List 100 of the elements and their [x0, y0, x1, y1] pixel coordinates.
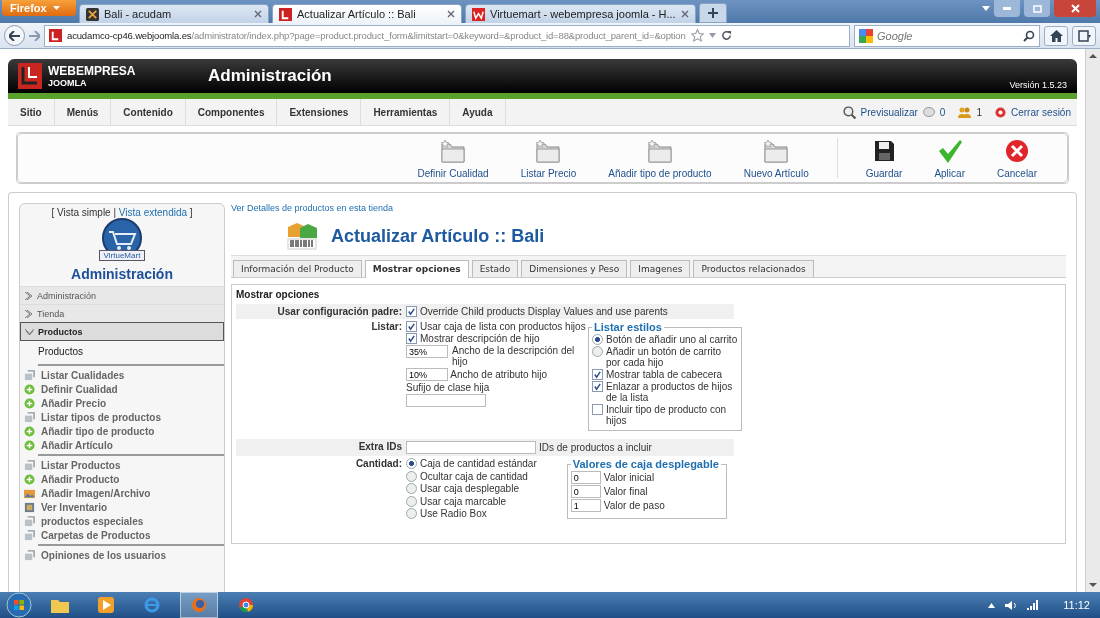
reload-icon[interactable]	[720, 30, 732, 41]
radio-button[interactable]	[406, 495, 417, 507]
browser-tab[interactable]: Actualizar Artículo :: Bali	[272, 4, 462, 23]
sidebar-item[interactable]: Listar Productos	[20, 458, 224, 472]
sidebar-section[interactable]: Tienda	[20, 304, 224, 322]
sidebar-item[interactable]: Listar tipos de productos	[20, 410, 224, 424]
input-field[interactable]	[406, 394, 486, 407]
tab[interactable]: Imagenes	[630, 260, 691, 277]
menu-item[interactable]: Extensiones	[277, 99, 362, 125]
toolbar-button[interactable]: Guardar	[849, 134, 919, 182]
close-button[interactable]	[1054, 0, 1096, 17]
checkbox[interactable]	[592, 381, 603, 392]
sidebar-item[interactable]: Añadir Imagen/Archivo	[20, 486, 224, 500]
folder-icon	[645, 137, 674, 164]
start-button[interactable]	[6, 592, 32, 618]
checkbox[interactable]	[406, 306, 417, 317]
volume-icon[interactable]	[1005, 599, 1018, 611]
field-hint: Ancho de la descripción del hijo	[452, 345, 576, 367]
browser-tab[interactable]: Bali - acudam	[79, 4, 269, 23]
chevron-icon	[24, 291, 33, 300]
input-field[interactable]	[406, 441, 536, 454]
logout-link[interactable]: Cerrar sesión	[1010, 106, 1071, 118]
tab[interactable]: Información del Producto	[233, 260, 362, 277]
sidebar-item[interactable]: Añadir Artículo	[20, 438, 224, 452]
arrow-up-icon[interactable]	[988, 602, 996, 608]
scrollbar[interactable]	[1085, 49, 1100, 592]
tab-list-icon[interactable]	[982, 6, 990, 11]
preview-link[interactable]: Previsualizar	[860, 106, 918, 118]
input-field[interactable]: 35%	[406, 345, 448, 358]
details-link[interactable]: Ver Detalles de productos en esta tienda	[231, 203, 394, 213]
menu-item[interactable]: Contenido	[111, 99, 186, 125]
sidebar-item[interactable]: Ver Inventario	[20, 500, 224, 514]
forward-icon[interactable]	[29, 30, 40, 41]
input-field[interactable]: 10%	[406, 368, 448, 381]
option-label: Botón de añadir uno al carrito	[606, 334, 738, 345]
search-box[interactable]: Google	[854, 24, 1040, 47]
menu-item[interactable]: Ayuda	[450, 99, 506, 125]
sidebar-item[interactable]: Carpetas de Productos	[20, 528, 224, 542]
menu-item[interactable]: Componentes	[185, 99, 278, 125]
sidebar-section[interactable]: Productos	[20, 322, 224, 341]
close-icon[interactable]	[680, 10, 689, 18]
toolbar-button[interactable]: Definir Cualidad	[401, 134, 505, 182]
new-tab-button[interactable]	[698, 3, 727, 23]
minimize-icon	[1003, 7, 1011, 10]
site-icon	[279, 7, 292, 21]
tab[interactable]: Mostrar opciones	[364, 260, 469, 278]
dropdown-icon[interactable]	[708, 33, 716, 38]
sidebar-item[interactable]: Añadir Producto	[20, 472, 224, 486]
close-icon[interactable]	[254, 10, 262, 18]
sidebar-section[interactable]: Administración	[20, 286, 224, 304]
signal-icon[interactable]	[1027, 600, 1040, 610]
sidebar-item[interactable]: Definir Cualidad	[20, 382, 224, 396]
browser-tab[interactable]: Virtuemart - webempresa joomla - H...	[465, 4, 696, 23]
sidebar-item[interactable]: Listar Cualidades	[20, 368, 224, 382]
toolbar-button[interactable]: Cancelar	[980, 134, 1053, 182]
checkbox-label: Mostrar descripción de hijo	[420, 333, 540, 344]
menu-item[interactable]: Herramientas	[361, 99, 451, 125]
radio-button[interactable]	[406, 458, 417, 469]
toolbar-button[interactable]: Aplicar	[918, 134, 981, 182]
toolbar-button[interactable]: Nuevo Artículo	[727, 134, 825, 182]
sidebar-item[interactable]: Opiniones de los usuarios	[20, 548, 224, 562]
checkbox[interactable]	[592, 369, 603, 380]
field-label: Extra IDs	[357, 441, 403, 452]
firefox-taskbar-icon[interactable]	[180, 592, 218, 618]
input-field[interactable]: 0	[570, 485, 601, 498]
tab[interactable]: Dimensiones y Peso	[521, 260, 628, 277]
input-field[interactable]: 0	[570, 471, 601, 484]
radio-button[interactable]	[592, 346, 603, 357]
checkbox[interactable]	[406, 333, 417, 344]
view-link[interactable]: Vista extendida	[118, 207, 188, 218]
sidebar-item[interactable]: productos especiales	[20, 514, 224, 528]
field-hint: Ancho de atributo hijo	[450, 368, 547, 380]
home-button[interactable]	[1044, 25, 1068, 46]
toolbar-button[interactable]: Añadir tipo de producto	[592, 134, 728, 182]
radio-button[interactable]	[406, 470, 417, 482]
user-count: 1	[976, 106, 982, 118]
sidebar-item[interactable]: Añadir Precio	[20, 396, 224, 410]
address-bar[interactable]: acudamco-cp46.webjoomla.es/administrator/index.php?page=product.product_form&limitstart=0&keyword=&product_id=88&product_parent_id=&option	[44, 24, 850, 47]
radio-button[interactable]	[406, 508, 417, 519]
radio-button[interactable]	[592, 334, 603, 345]
field-hint: Valor de paso	[603, 500, 665, 511]
bookmarks-button[interactable]	[1072, 25, 1096, 46]
menu-item[interactable]: Menús	[54, 99, 112, 125]
tab[interactable]: Productos relacionados	[693, 260, 814, 277]
toolbar-button[interactable]: Listar Precio	[504, 134, 593, 182]
checkbox[interactable]	[592, 404, 603, 415]
radio-button[interactable]	[406, 483, 417, 494]
checkbox[interactable]	[406, 321, 417, 332]
star-icon[interactable]	[690, 29, 704, 42]
back-button[interactable]	[4, 25, 25, 46]
list-icon	[24, 515, 35, 527]
close-icon[interactable]	[447, 10, 455, 18]
input-field[interactable]: 1	[570, 499, 601, 512]
tab[interactable]: Estado	[471, 260, 519, 277]
menu-item[interactable]: Sitio	[8, 99, 55, 125]
field-hint: Sufijo de clase hija	[406, 382, 491, 393]
add-icon	[24, 439, 35, 451]
logo-icon	[18, 63, 42, 89]
search-icon[interactable]	[1023, 29, 1035, 42]
sidebar-item[interactable]: Añadir tipo de producto	[20, 424, 224, 438]
